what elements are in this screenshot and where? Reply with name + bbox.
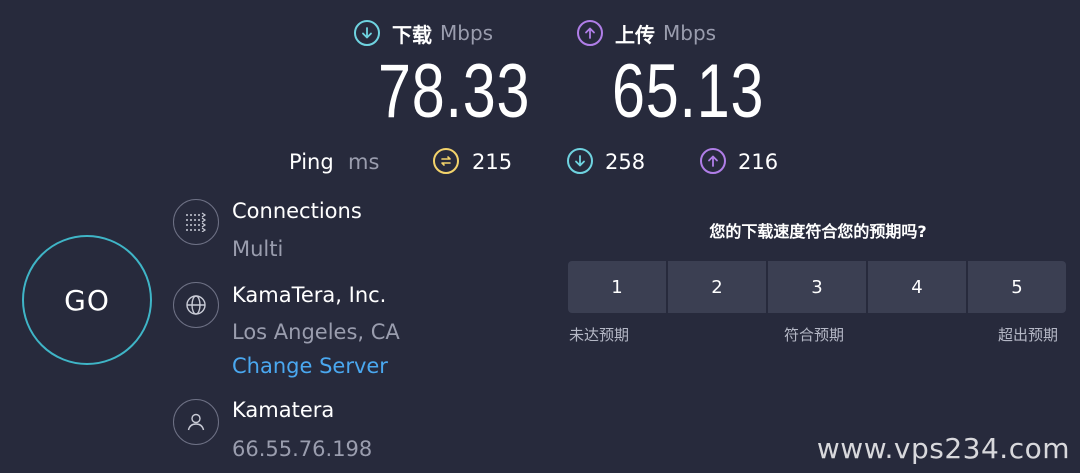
rating-option-1[interactable]: 1 <box>568 261 666 313</box>
go-button[interactable]: GO <box>22 235 152 365</box>
ping-jitter-icon <box>433 148 459 174</box>
server-name: KamaTera, Inc. <box>232 283 387 307</box>
download-icon <box>354 20 380 46</box>
upload-header: 上传 Mbps <box>577 18 716 48</box>
host-name: Kamatera <box>232 398 335 422</box>
host-ip: 66.55.76.198 <box>232 437 373 461</box>
ping-unit: ms <box>348 150 380 174</box>
rating-scale: 1 2 3 4 5 <box>568 261 1066 313</box>
ping-row: Ping ms 215 258 216 <box>0 146 1080 178</box>
rating-option-4[interactable]: 4 <box>868 261 966 313</box>
download-label: 下载 <box>392 22 432 47</box>
ping-down-value: 258 <box>605 150 646 174</box>
globe-icon <box>173 282 219 328</box>
upload-value: 65.13 <box>612 49 765 134</box>
ping-label: Ping <box>289 150 334 174</box>
ping-download-icon <box>567 148 593 174</box>
upload-icon <box>577 20 603 46</box>
connections-value: Multi <box>232 237 284 261</box>
scale-low-label: 未达预期 <box>569 326 630 344</box>
watermark: www.vps234.com <box>816 432 1070 465</box>
scale-high-label: 超出预期 <box>998 326 1059 344</box>
rating-option-3[interactable]: 3 <box>768 261 866 313</box>
rating-option-5[interactable]: 5 <box>968 261 1066 313</box>
download-unit: Mbps <box>440 21 494 45</box>
rating-option-2[interactable]: 2 <box>668 261 766 313</box>
user-icon <box>173 399 219 445</box>
scale-mid-label: 符合预期 <box>784 326 845 344</box>
ping-up-value: 216 <box>738 150 779 174</box>
ping-idle-value: 215 <box>472 150 513 174</box>
ping-upload-icon <box>700 148 726 174</box>
upload-unit: Mbps <box>663 21 717 45</box>
download-header: 下载 Mbps <box>354 18 493 48</box>
upload-label: 上传 <box>615 22 655 47</box>
survey-question: 您的下载速度符合您的预期吗? <box>709 222 927 241</box>
server-location: Los Angeles, CA <box>232 320 400 344</box>
change-server-link[interactable]: Change Server <box>232 354 388 378</box>
download-value: 78.33 <box>378 49 531 134</box>
connections-icon <box>173 199 219 245</box>
connections-title: Connections <box>232 199 362 223</box>
